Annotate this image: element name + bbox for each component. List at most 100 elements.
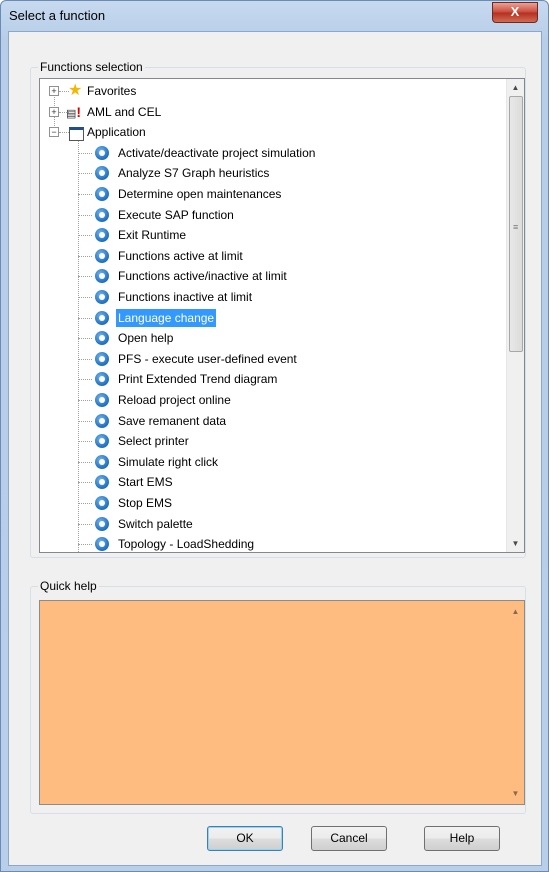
function-icon	[95, 393, 109, 407]
function-list-item[interactable]: Reload project online	[40, 390, 500, 410]
function-list-item[interactable]: Functions active/inactive at limit	[40, 266, 500, 286]
function-list-item[interactable]: PFS - execute user-defined event	[40, 349, 500, 369]
tree-connector-line	[78, 338, 92, 340]
function-icon	[95, 187, 109, 201]
function-icon	[95, 454, 109, 469]
function-label: Execute SAP function	[118, 207, 234, 222]
function-list-item[interactable]: Execute SAP function	[40, 205, 500, 225]
function-label: Save remanent data	[118, 413, 227, 428]
tree-connector-line	[78, 297, 92, 298]
function-label: Select printer	[118, 434, 189, 449]
function-list-item[interactable]: Select printer	[40, 431, 500, 451]
function-icon	[95, 475, 109, 490]
function-list-item[interactable]: Language change	[40, 308, 500, 328]
tree-connector-line	[78, 173, 92, 175]
function-icon	[95, 290, 109, 304]
function-label: Open help	[118, 331, 174, 346]
tree-connector-line	[78, 379, 92, 381]
tree-root-item[interactable]: + ▤! AML and CEL	[40, 102, 500, 122]
scroll-grip-icon: ≡	[513, 222, 519, 232]
cancel-button[interactable]: Cancel	[311, 826, 387, 851]
alert-list-icon: ▤!	[66, 103, 82, 120]
function-icon	[95, 310, 109, 325]
function-icon	[95, 372, 109, 387]
qh-scroll-down-arrow-icon[interactable]: ▼	[507, 785, 524, 802]
scroll-thumb[interactable]: ≡	[509, 96, 523, 352]
quick-help-label: Quick help	[38, 579, 99, 593]
application-window-icon	[69, 127, 84, 142]
function-icon	[95, 434, 109, 449]
window-title: Select a function	[9, 8, 106, 23]
functions-selection-label: Functions selection	[38, 60, 145, 74]
function-icon	[95, 269, 109, 284]
function-label: Start EMS	[118, 475, 173, 490]
function-label: Language change	[116, 308, 217, 327]
tree-connector-line	[78, 276, 92, 278]
tree-root-label: Application	[87, 125, 146, 140]
function-label: Switch palette	[118, 516, 193, 531]
function-list-item[interactable]: Start EMS	[40, 472, 500, 492]
tree-root-item[interactable]: + ★ Favorites	[40, 81, 500, 101]
close-button[interactable]: X	[492, 2, 538, 23]
function-label: Simulate right click	[118, 454, 219, 469]
function-label: Functions active/inactive at limit	[118, 269, 287, 284]
function-list-item[interactable]: Determine open maintenances	[40, 184, 500, 204]
tree-connector-line	[78, 235, 92, 237]
tree-root-label: AML and CEL	[87, 104, 162, 119]
scroll-down-arrow-icon[interactable]: ▼	[507, 535, 524, 552]
tree-connector-line	[78, 255, 92, 257]
tree-connector-line	[59, 132, 69, 134]
function-label: Stop EMS	[118, 496, 173, 510]
function-icon	[95, 166, 109, 181]
quick-help-scrollbar[interactable]: ▲ ▼	[507, 601, 524, 804]
tree-connector-line	[78, 482, 92, 484]
quick-help-textbox[interactable]: ▲ ▼	[39, 600, 525, 805]
function-label: Functions active at limit	[118, 248, 243, 263]
tree-connector-line	[78, 503, 92, 504]
tree-connector-line	[78, 420, 92, 422]
functions-tree[interactable]: + ★ Favorites + ▤! AML and CEL − Application Act…	[39, 78, 525, 553]
function-icon	[95, 331, 109, 346]
tree-connector-line	[78, 523, 92, 525]
function-label: Exit Runtime	[118, 228, 187, 243]
tree-connector-line	[78, 152, 92, 154]
tree-expander-icon[interactable]: −	[49, 127, 59, 138]
function-list-item[interactable]: Functions inactive at limit	[40, 287, 500, 307]
function-list-item[interactable]: Switch palette	[40, 514, 500, 534]
tree-connector-line	[78, 358, 92, 360]
function-icon	[95, 537, 109, 552]
function-list-item[interactable]: Print Extended Trend diagram	[40, 369, 500, 389]
function-list-item[interactable]: Stop EMS	[40, 493, 500, 513]
function-list-item[interactable]: Analyze S7 Graph heuristics	[40, 163, 500, 183]
function-label: Functions inactive at limit	[118, 290, 253, 304]
function-label: PFS - execute user-defined event	[118, 351, 297, 366]
function-list-item[interactable]: Activate/deactivate project simulation	[40, 143, 500, 163]
scroll-up-arrow-icon[interactable]: ▲	[507, 79, 524, 96]
function-icon	[95, 228, 109, 243]
function-list-item[interactable]: Exit Runtime	[40, 225, 500, 245]
function-list-item[interactable]: Topology - LoadShedding	[40, 534, 500, 552]
ok-button[interactable]: OK	[207, 826, 283, 851]
title-bar[interactable]: Select a function X	[1, 1, 548, 31]
function-label: Print Extended Trend diagram	[118, 372, 278, 387]
function-list-item[interactable]: Simulate right click	[40, 452, 500, 472]
function-list-item[interactable]: Functions active at limit	[40, 246, 500, 266]
tree-connector-line	[78, 461, 92, 463]
function-label: Activate/deactivate project simulation	[118, 145, 316, 160]
tree-connector-line	[78, 400, 92, 401]
qh-scroll-up-arrow-icon[interactable]: ▲	[507, 603, 524, 620]
tree-expander-icon[interactable]: +	[49, 86, 59, 96]
function-icon	[95, 496, 109, 510]
tree-vertical-scrollbar[interactable]: ▲ ≡ ▼	[506, 79, 524, 552]
function-icon	[95, 207, 109, 222]
tree-connector-line	[78, 194, 92, 195]
function-list-item[interactable]: Open help	[40, 328, 500, 348]
function-icon	[95, 145, 109, 160]
function-list-item[interactable]: Save remanent data	[40, 411, 500, 431]
help-button[interactable]: Help	[424, 826, 500, 851]
tree-root-item[interactable]: − Application	[40, 122, 500, 142]
function-icon	[95, 248, 109, 263]
function-icon	[95, 351, 109, 366]
tree-expander-icon[interactable]: +	[49, 106, 59, 117]
tree-connector-line	[78, 544, 92, 546]
